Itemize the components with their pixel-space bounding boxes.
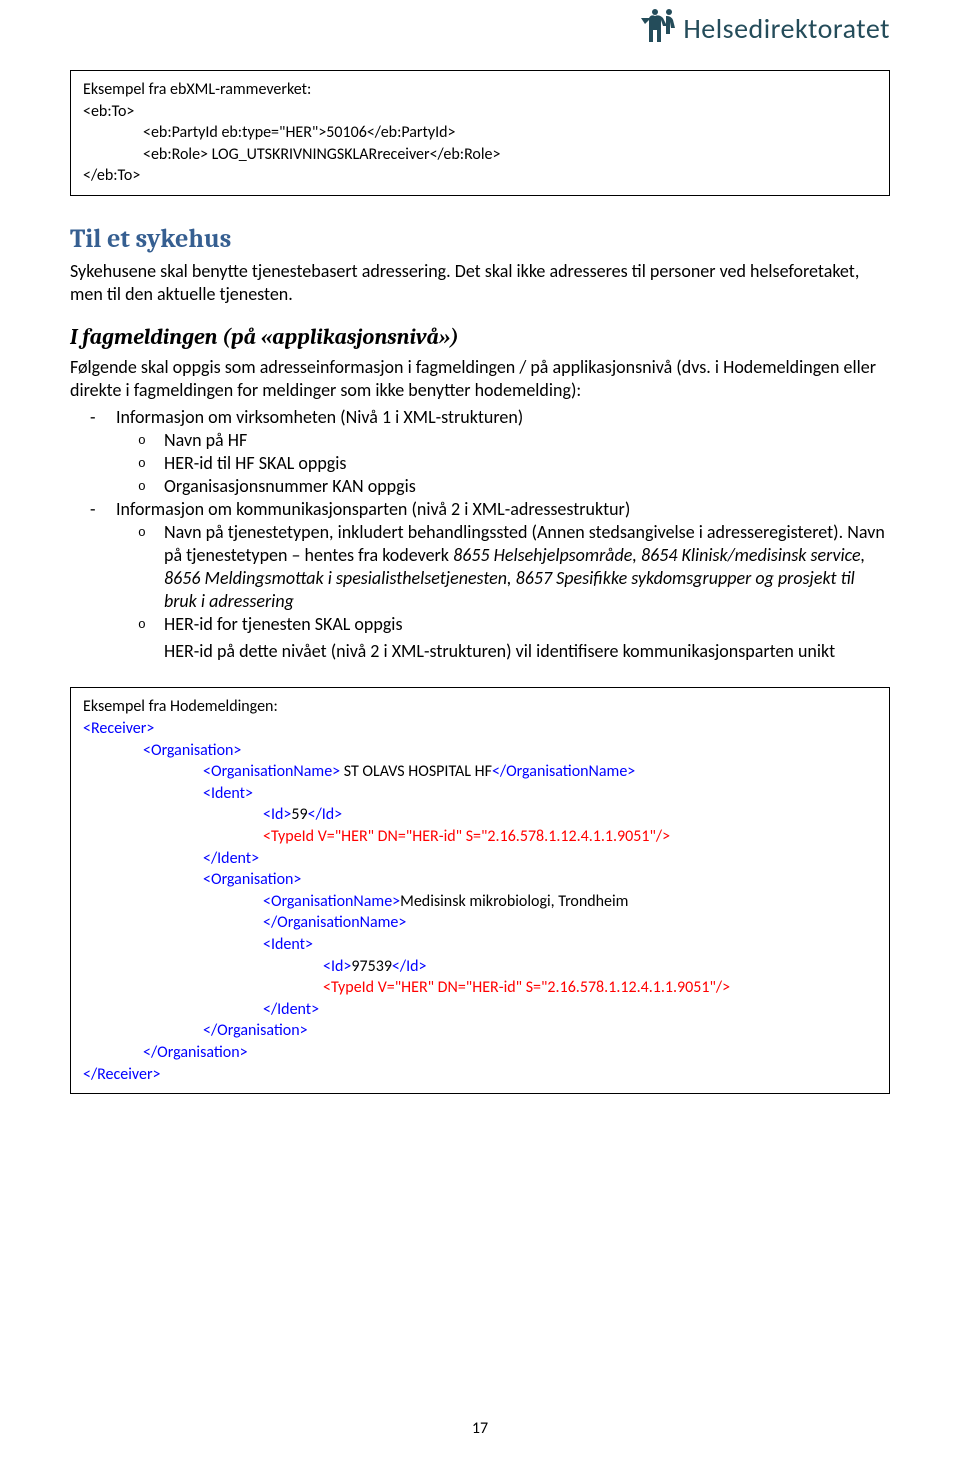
code-box-title: Eksempel fra Hodemeldingen: bbox=[83, 696, 877, 718]
page-number: 17 bbox=[0, 1419, 960, 1438]
code-line: <Organisation> bbox=[83, 740, 877, 762]
example-ebxml-box: Eksempel fra ebXML-rammeverket: <eb:To> … bbox=[70, 70, 890, 196]
list-item-text: HER-id for tjenesten SKAL oppgis bbox=[164, 613, 402, 635]
paragraph: Sykehusene skal benytte tjenestebasert a… bbox=[70, 260, 890, 306]
code-line: <eb:Role> LOG_UTSKRIVNINGSKLARreceiver</… bbox=[83, 144, 877, 166]
code-line: <Id>97539</Id> bbox=[83, 956, 877, 978]
brand-logo-text: Helsedirektoratet bbox=[683, 11, 890, 46]
section-heading: Til et sykehus bbox=[70, 224, 890, 254]
paragraph: Følgende skal oppgis som adresseinformas… bbox=[70, 356, 890, 402]
list-item: Informasjon om kommunikasjonsparten (niv… bbox=[116, 498, 890, 663]
code-line: </Receiver> bbox=[83, 1064, 877, 1086]
example-hodemelding-box: Eksempel fra Hodemeldingen: <Receiver> <… bbox=[70, 687, 890, 1094]
list-item: Navn på tjenestetypen, inkludert behandl… bbox=[164, 521, 890, 613]
code-line: </Ident> bbox=[83, 848, 877, 870]
list-item-text-continuation: HER-id på dette nivået (nivå 2 i XML-str… bbox=[164, 640, 890, 663]
list-item-text: Informasjon om kommunikasjonsparten (niv… bbox=[116, 498, 630, 520]
code-line: <Ident> bbox=[83, 783, 877, 805]
code-line: <Organisation> bbox=[83, 869, 877, 891]
brand-logo: Helsedirektoratet bbox=[637, 8, 890, 48]
code-line: <Receiver> bbox=[83, 718, 877, 740]
code-box-title: Eksempel fra ebXML-rammeverket: bbox=[83, 79, 877, 101]
code-line: </eb:To> bbox=[83, 165, 877, 187]
subsection-heading: I fagmeldingen (på «applikasjonsnivå») bbox=[70, 324, 890, 350]
code-line: <OrganisationName>Medisinsk mikrobiologi… bbox=[83, 891, 877, 913]
list-item: Informasjon om virksomheten (Nivå 1 i XM… bbox=[116, 406, 890, 498]
code-line: <Ident> bbox=[83, 934, 877, 956]
logo-figure-icon bbox=[637, 8, 677, 48]
list-item: HER-id til HF SKAL oppgis bbox=[164, 452, 890, 475]
code-line: <eb:To> bbox=[83, 101, 877, 123]
requirements-list: Informasjon om virksomheten (Nivå 1 i XM… bbox=[70, 406, 890, 663]
code-line: </Organisation> bbox=[83, 1020, 877, 1042]
code-line: <TypeId V="HER" DN="HER-id" S="2.16.578.… bbox=[83, 826, 877, 848]
code-line: </OrganisationName> bbox=[83, 912, 877, 934]
code-line: <Id>59</Id> bbox=[83, 804, 877, 826]
code-line: </Organisation> bbox=[83, 1042, 877, 1064]
code-line: <TypeId V="HER" DN="HER-id" S="2.16.578.… bbox=[83, 977, 877, 999]
list-item: HER-id for tjenesten SKAL oppgis HER-id … bbox=[164, 613, 890, 663]
list-item: Organisasjonsnummer KAN oppgis bbox=[164, 475, 890, 498]
list-item-text: Informasjon om virksomheten (Nivå 1 i XM… bbox=[116, 406, 523, 428]
code-line: <eb:PartyId eb:type="HER">50106</eb:Part… bbox=[83, 122, 877, 144]
list-item: Navn på HF bbox=[164, 429, 890, 452]
code-line: </Ident> bbox=[83, 999, 877, 1021]
code-line: <OrganisationName> ST OLAVS HOSPITAL HF<… bbox=[83, 761, 877, 783]
